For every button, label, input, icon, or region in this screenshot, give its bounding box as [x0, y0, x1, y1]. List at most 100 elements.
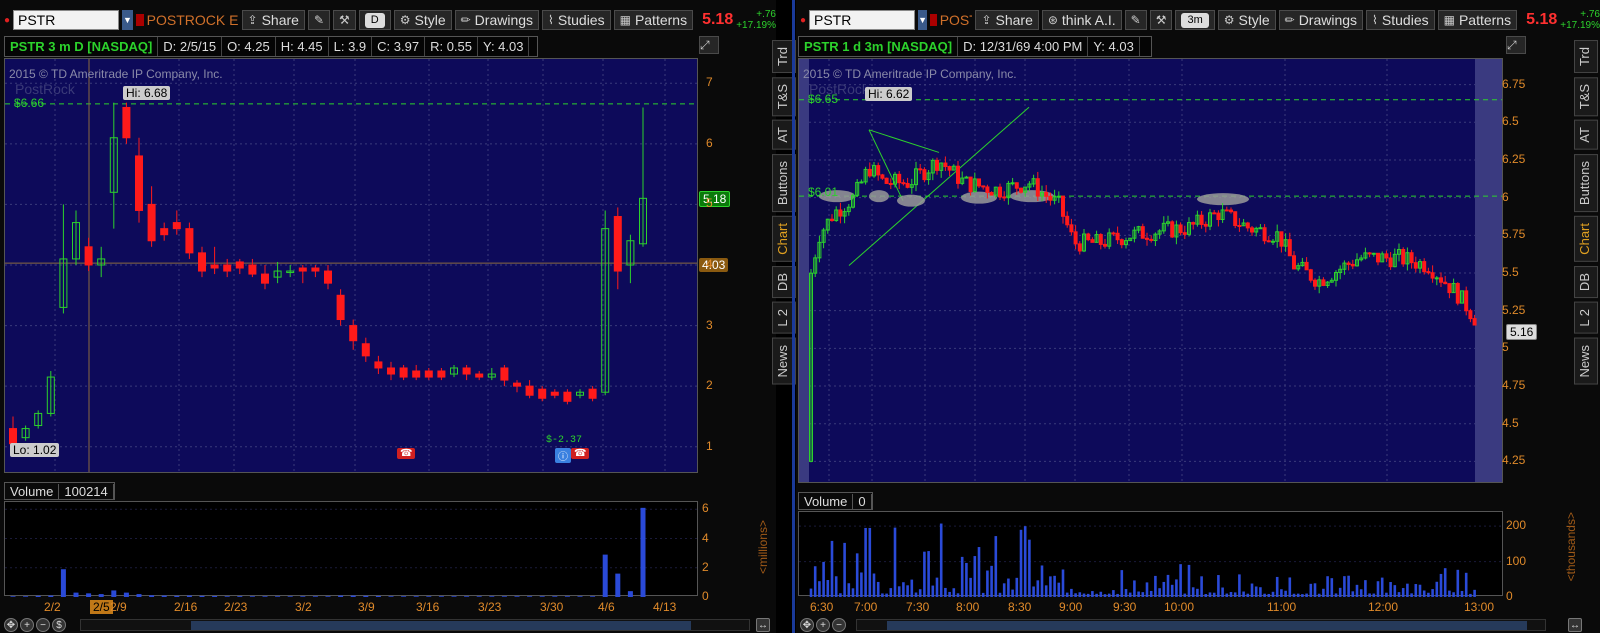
side-tab-chart[interactable]: Chart: [1574, 216, 1598, 262]
price-level-label: $6.66: [14, 96, 45, 110]
watermark-logo: PostRock: [15, 81, 75, 97]
side-tab-l2[interactable]: L 2: [1574, 301, 1598, 334]
candle-body: [1464, 290, 1469, 312]
candle-body: [1321, 279, 1326, 286]
share-button[interactable]: ⇪ Share: [975, 10, 1039, 30]
volume-bar: [48, 595, 54, 597]
symbol-dropdown-icon[interactable]: ▼: [122, 10, 133, 30]
axis-tick-label: 8:00: [956, 600, 980, 614]
candle-body: [324, 270, 332, 284]
scroll-thumb[interactable]: [887, 621, 1527, 630]
chart-settings-button[interactable]: ⤢: [699, 36, 719, 54]
zoom-in-icon[interactable]: +: [20, 618, 34, 632]
side-tab-buttons[interactable]: Buttons: [1574, 153, 1598, 213]
candle-body: [84, 246, 93, 266]
symbol-dropdown-icon[interactable]: ▼: [918, 10, 928, 30]
settings-button[interactable]: ✎: [1124, 10, 1147, 30]
candle-body: [361, 343, 370, 357]
price-chart[interactable]: 2015 © TD Ameritrade IP Company, Inc. Po…: [798, 58, 1503, 483]
volume-bar: [914, 592, 918, 597]
style-icon: ⚙: [399, 13, 411, 27]
earnings-icon-2[interactable]: ☎: [571, 448, 590, 459]
volume-bar: [1124, 589, 1128, 597]
horizontal-scrollbar[interactable]: [856, 619, 1546, 631]
pan-icon[interactable]: ✥: [4, 618, 18, 632]
tools-button[interactable]: ⚒: [1149, 10, 1173, 30]
drawings-button[interactable]: ✏ Drawings: [1278, 10, 1364, 30]
volume-chart[interactable]: [4, 501, 699, 597]
earnings-icon[interactable]: ☎: [397, 448, 416, 459]
side-tab-ts[interactable]: T&S: [1574, 77, 1598, 117]
panel-divider[interactable]: [792, 0, 795, 633]
scroll-thumb[interactable]: [191, 621, 691, 630]
share-icon: ⇪: [247, 13, 258, 27]
volume-bar: [1296, 593, 1300, 597]
zoom-out-icon[interactable]: −: [36, 618, 50, 632]
side-tab-trd[interactable]: Trd: [1574, 40, 1598, 74]
volume-bar: [186, 595, 192, 597]
volume-bar: [1091, 591, 1094, 597]
candle-body: [437, 370, 446, 378]
chart-draw-icon: ⤢: [1507, 37, 1517, 52]
candle-body: [210, 264, 219, 269]
symbol-input[interactable]: [809, 10, 915, 30]
think-ai-button[interactable]: ⊛ think A.I.: [1041, 10, 1122, 30]
volume-bar: [1057, 582, 1061, 597]
chart-title: PSTR 1 d 3m [NASDAQ]: [799, 37, 959, 56]
candle-body: [977, 178, 981, 187]
expand-icon[interactable]: ↔: [1568, 618, 1582, 632]
chart-settings-button[interactable]: ⤢: [1506, 36, 1526, 54]
zoom-out-icon[interactable]: −: [832, 618, 846, 632]
volume-bar: [1271, 591, 1275, 597]
candle-body: [1061, 195, 1065, 217]
patterns-button[interactable]: ▦ Patterns: [613, 10, 694, 30]
volume-chart[interactable]: [798, 511, 1504, 597]
aggregation-button[interactable]: 3m: [1175, 10, 1215, 30]
candle-body: [1212, 212, 1217, 215]
expand-icon[interactable]: ↔: [756, 618, 770, 632]
zoom-in-icon[interactable]: +: [816, 618, 830, 632]
link-dot-icon[interactable]: ●: [4, 15, 10, 26]
volume-bar: [868, 527, 872, 597]
candle-body: [1203, 223, 1208, 227]
volume-bar: [1376, 581, 1380, 597]
studies-button[interactable]: ⌇ Studies: [1366, 10, 1435, 30]
axis-tick-label: 7:00: [854, 600, 878, 614]
aggregation-label: D: [364, 12, 385, 28]
studies-button[interactable]: ⌇ Studies: [542, 10, 611, 30]
volume-bar: [1086, 593, 1090, 597]
drawings-button[interactable]: ✏ Drawings: [454, 10, 540, 30]
price-chart[interactable]: 2015 © TD Ameritrade IP Company, Inc. Po…: [4, 58, 698, 473]
candle-body: [876, 165, 881, 176]
volume-bar: [1175, 579, 1178, 597]
symbol-input[interactable]: [13, 10, 119, 30]
side-tab-db[interactable]: DB: [1574, 265, 1598, 298]
style-label: Style: [1238, 12, 1270, 28]
volume-bar: [944, 587, 947, 597]
pan-icon[interactable]: ✥: [800, 618, 814, 632]
volume-bar: [1250, 583, 1254, 597]
style-button[interactable]: ⚙ Style: [393, 10, 452, 30]
tools-button[interactable]: ⚒: [333, 10, 356, 30]
volume-bar: [174, 595, 180, 597]
horizontal-scrollbar[interactable]: [80, 619, 750, 631]
side-tab-news[interactable]: News: [1574, 337, 1598, 385]
candle-body: [1224, 209, 1229, 212]
aggregation-button[interactable]: D: [358, 10, 391, 30]
candle-body: [374, 361, 383, 369]
side-tab-at[interactable]: AT: [1574, 120, 1598, 150]
share-button[interactable]: ⇪ Share: [241, 10, 305, 30]
drawings-label: Drawings: [474, 12, 534, 28]
info-icon[interactable]: ⓘ: [555, 448, 571, 463]
patterns-button[interactable]: ▦ Patterns: [1437, 10, 1518, 30]
volume-value: 0: [853, 493, 872, 509]
volume-bar: [889, 588, 893, 597]
style-button[interactable]: ⚙ Style: [1217, 10, 1276, 30]
link-dot-icon[interactable]: ●: [800, 15, 806, 26]
volume-bar: [1074, 593, 1077, 597]
dollar-icon[interactable]: $: [52, 618, 66, 632]
candle-body: [261, 273, 269, 284]
axis-tick-label: 4: [702, 530, 709, 545]
candle-body: [1077, 243, 1082, 252]
settings-button[interactable]: ✎: [307, 10, 330, 30]
